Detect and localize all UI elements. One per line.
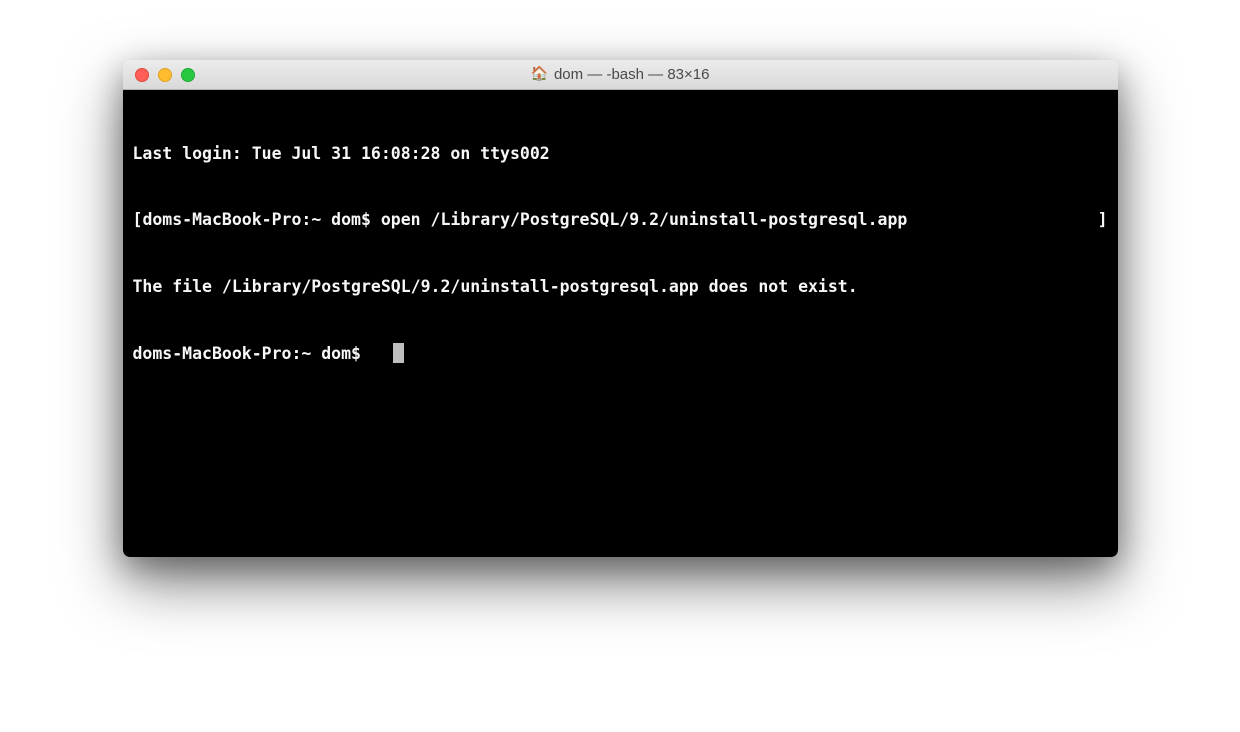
last-login-line: Last login: Tue Jul 31 16:08:28 on ttys0… (133, 143, 1108, 165)
close-button[interactable] (135, 68, 149, 82)
command-1: open /Library/PostgreSQL/9.2/uninstall-p… (381, 209, 908, 231)
minimize-button[interactable] (158, 68, 172, 82)
window-title: dom — -bash — 83×16 (554, 66, 710, 83)
traffic-lights (123, 68, 195, 82)
cursor-icon (393, 343, 404, 363)
home-icon: 🏠 (531, 68, 548, 82)
terminal-window: 🏠 dom — -bash — 83×16 Last login: Tue Ju… (123, 60, 1118, 557)
current-input[interactable] (371, 344, 391, 363)
maximize-button[interactable] (181, 68, 195, 82)
terminal-body[interactable]: Last login: Tue Jul 31 16:08:28 on ttys0… (123, 90, 1118, 557)
prompt-1: doms-MacBook-Pro:~ dom$ (142, 209, 380, 231)
window-title-wrap: 🏠 dom — -bash — 83×16 (123, 66, 1118, 83)
bracket-close: ] (1098, 209, 1108, 231)
prompt-2: doms-MacBook-Pro:~ dom$ (133, 344, 371, 363)
bracket-open: [ (133, 209, 143, 231)
output-line: The file /Library/PostgreSQL/9.2/uninsta… (133, 276, 1108, 298)
titlebar[interactable]: 🏠 dom — -bash — 83×16 (123, 60, 1118, 90)
command-line-1: [doms-MacBook-Pro:~ dom$ open /Library/P… (133, 209, 1108, 231)
current-prompt-line[interactable]: doms-MacBook-Pro:~ dom$ (133, 343, 1108, 365)
